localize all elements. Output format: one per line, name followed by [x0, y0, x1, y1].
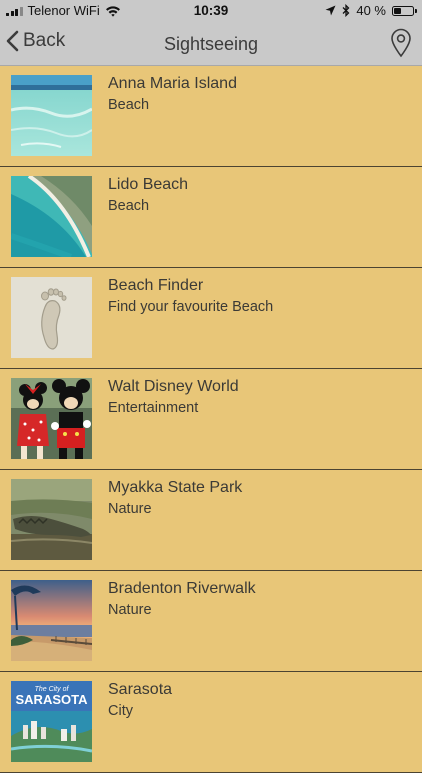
page-title: Sightseeing — [163, 34, 259, 54]
beach-water-thumbnail — [11, 75, 92, 156]
list-item-bradenton-riverwalk[interactable]: Bradenton Riverwalk Nature — [0, 571, 422, 672]
item-title: Beach Finder — [108, 277, 204, 294]
alligator-thumbnail — [11, 479, 92, 560]
item-category: Beach — [108, 97, 150, 113]
list-item-beach-finder[interactable]: Beach Finder Find your favourite Beach — [0, 268, 422, 369]
item-category: Nature — [108, 602, 152, 618]
bluetooth-icon — [342, 4, 350, 17]
riverwalk-sunset-thumbnail — [11, 580, 92, 661]
item-title: Sarasota — [108, 681, 173, 698]
list-item-anna-maria-island[interactable]: Anna Maria Island Beach — [0, 66, 422, 167]
item-category: Nature — [108, 501, 152, 517]
location-arrow-icon — [325, 5, 336, 16]
item-title: Anna Maria Island — [108, 75, 237, 92]
item-title: Myakka State Park — [108, 479, 243, 496]
thumb-caption-large: SARASOTA — [16, 692, 89, 707]
list-item-walt-disney-world[interactable]: Walt Disney World Entertainment — [0, 369, 422, 470]
mickey-minnie-thumbnail — [11, 378, 92, 459]
status-bar: Telenor WiFi 10:39 40 % — [0, 0, 422, 22]
list-item-sarasota[interactable]: The City of SARASOTA Sarasota City — [0, 672, 422, 773]
item-title: Walt Disney World — [108, 378, 239, 395]
list-item-myakka-state-park[interactable]: Myakka State Park Nature — [0, 470, 422, 571]
aerial-beach-thumbnail — [11, 176, 92, 257]
item-category: Beach — [108, 198, 150, 214]
item-category: Find your favourite Beach — [108, 299, 274, 315]
item-category: City — [108, 703, 133, 719]
footprint-sand-thumbnail — [11, 277, 92, 358]
status-right: 40 % — [325, 3, 417, 18]
battery-percent: 40 % — [356, 3, 386, 18]
battery-icon — [392, 5, 417, 16]
navigation-bar: Back Sightseeing — [0, 22, 422, 66]
item-title: Lido Beach — [108, 176, 189, 193]
list-item-lido-beach[interactable]: Lido Beach Beach — [0, 167, 422, 268]
item-title: Bradenton Riverwalk — [108, 580, 256, 597]
item-category: Entertainment — [108, 400, 199, 416]
map-button[interactable] — [390, 28, 412, 63]
map-pin-icon — [391, 28, 411, 58]
sightseeing-list: Anna Maria Island Beach Lido Beach Beach — [0, 66, 422, 773]
